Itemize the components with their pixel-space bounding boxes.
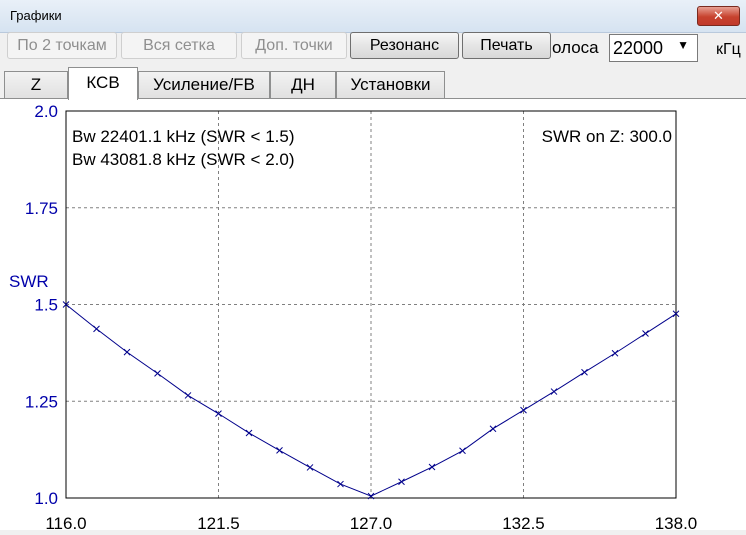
unit-label: кГц	[716, 41, 741, 58]
tab-gain-fb[interactable]: Усиление/FB	[138, 71, 270, 99]
toolbar: По 2 точкам Вся сетка Доп. точки Резонан…	[0, 31, 746, 67]
close-icon: ✕	[713, 8, 724, 23]
whole-grid-button[interactable]: Вся сетка	[121, 32, 237, 59]
data-point-marker	[337, 480, 344, 488]
swr-on-z-annotation: SWR on Z: 300.0	[542, 127, 672, 146]
chart-area: 2.0 1.75 1.5 1.25 1.0 116.0 121.5 127.0 132.5 138…	[0, 99, 746, 533]
data-point-marker	[306, 464, 314, 471]
data-point-marker	[581, 368, 588, 376]
data-point-marker	[459, 447, 466, 455]
data-point-marker	[245, 429, 253, 437]
data-point-marker	[489, 425, 497, 433]
band-label: олоса	[552, 38, 599, 57]
resonance-button[interactable]: Резонанс	[350, 32, 459, 59]
window-title: Графики	[10, 8, 62, 23]
data-point-marker	[611, 349, 619, 357]
data-point-marker	[642, 330, 649, 337]
swr-chart: 2.0 1.75 1.5 1.25 1.0 116.0 121.5 127.0 132.5 138…	[9, 102, 698, 533]
bandwidth-1-5-annotation: Bw 22401.1 kHz (SWR < 1.5)	[72, 127, 295, 146]
data-point-marker	[93, 325, 100, 333]
x-tick-label: 116.0	[45, 514, 86, 530]
y-tick-label: 2.0	[34, 102, 58, 121]
band-select[interactable]: 22000 ▼	[609, 34, 698, 62]
print-button[interactable]: Печать	[462, 32, 551, 59]
extra-points-button[interactable]: Доп. точки	[241, 32, 347, 59]
x-tick-label: 138.0	[655, 514, 698, 530]
tab-bar: Z КСВ Усиление/FB ДН Установки	[0, 67, 746, 100]
data-point-marker	[428, 463, 436, 471]
x-tick-label: 132.5	[502, 514, 545, 530]
tab-z[interactable]: Z	[4, 71, 68, 99]
data-point-marker	[276, 447, 283, 454]
close-button[interactable]: ✕	[697, 6, 740, 26]
tab-swr[interactable]: КСВ	[68, 67, 138, 100]
y-tick-label: 1.25	[25, 392, 58, 411]
data-point-marker	[154, 370, 161, 377]
y-tick-label: 1.75	[25, 199, 58, 218]
y-tick-label: 1.0	[34, 489, 58, 508]
bandwidth-2-0-annotation: Bw 43081.8 kHz (SWR < 2.0)	[72, 150, 295, 169]
data-point-marker	[398, 478, 405, 486]
band-value: 22000	[613, 38, 664, 58]
x-tick-label: 121.5	[197, 514, 240, 530]
data-point-marker	[550, 388, 558, 395]
data-point-marker	[123, 348, 131, 356]
data-point-marker	[184, 392, 192, 399]
x-tick-label: 127.0	[350, 514, 393, 530]
title-bar: Графики ✕	[0, 0, 746, 33]
y-axis-label: SWR	[9, 272, 49, 291]
tab-pattern[interactable]: ДН	[270, 71, 336, 99]
y-tick-label: 1.5	[34, 296, 58, 315]
chevron-down-icon: ▼	[677, 38, 689, 52]
two-points-button[interactable]: По 2 точкам	[7, 32, 117, 59]
tab-settings[interactable]: Установки	[336, 71, 445, 99]
